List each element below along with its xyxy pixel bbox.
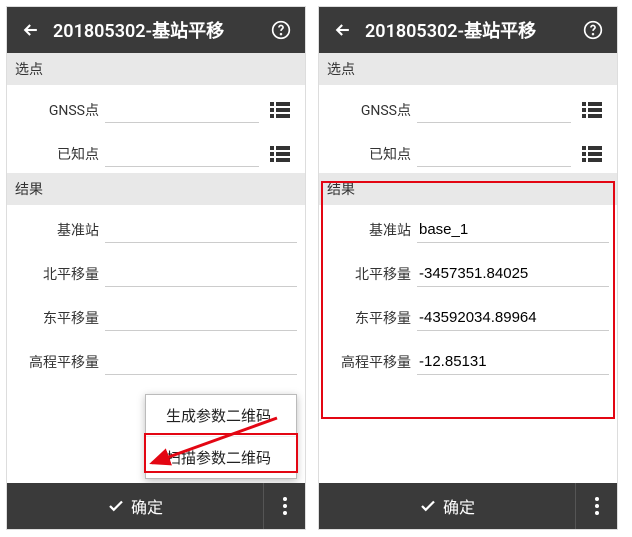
height-input[interactable] (105, 349, 297, 375)
base-input[interactable] (417, 217, 609, 243)
row-base: 基准站 (7, 205, 305, 249)
help-icon[interactable] (263, 12, 299, 48)
content-area: 选点 GNSS点 已知点 结果 基准站 北平移量 (319, 53, 617, 483)
footer-bar: 确定 (7, 483, 305, 529)
known-input[interactable] (417, 141, 571, 167)
section-result: 结果 (319, 173, 617, 205)
app-header: 201805302-基站平移 (7, 7, 305, 53)
north-input[interactable] (105, 261, 297, 287)
page-title: 201805302-基站平移 (361, 17, 575, 43)
base-label: 基准站 (327, 220, 417, 240)
east-label: 东平移量 (327, 308, 417, 328)
height-label: 高程平移量 (327, 352, 417, 372)
row-gnss: GNSS点 (319, 85, 617, 129)
known-label: 已知点 (15, 144, 105, 164)
row-gnss: GNSS点 (7, 85, 305, 129)
north-label: 北平移量 (327, 264, 417, 284)
section-result: 结果 (7, 173, 305, 205)
height-label: 高程平移量 (15, 352, 105, 372)
menu-generate-qr[interactable]: 生成参数二维码 (146, 395, 296, 436)
list-icon[interactable] (575, 139, 609, 169)
phone-left: 201805302-基站平移 选点 GNSS点 已知点 结果 (6, 6, 306, 530)
app-header: 201805302-基站平移 (319, 7, 617, 53)
list-icon[interactable] (263, 139, 297, 169)
row-east: 东平移量 (319, 293, 617, 337)
more-icon[interactable] (263, 483, 305, 529)
section-select-point: 选点 (7, 53, 305, 85)
gnss-input[interactable] (417, 97, 571, 123)
base-input[interactable] (105, 217, 297, 243)
east-label: 东平移量 (15, 308, 105, 328)
north-label: 北平移量 (15, 264, 105, 284)
confirm-label: 确定 (131, 494, 163, 518)
confirm-label: 确定 (443, 494, 475, 518)
row-north: 北平移量 (319, 249, 617, 293)
confirm-button[interactable]: 确定 (319, 494, 575, 518)
known-label: 已知点 (327, 144, 417, 164)
gnss-label: GNSS点 (15, 100, 105, 120)
page-title: 201805302-基站平移 (49, 17, 263, 43)
row-known: 已知点 (319, 129, 617, 173)
row-height: 高程平移量 (319, 337, 617, 381)
row-height: 高程平移量 (7, 337, 305, 381)
east-input[interactable] (417, 305, 609, 331)
section-select-point: 选点 (319, 53, 617, 85)
menu-scan-qr[interactable]: 扫描参数二维码 (146, 436, 296, 478)
row-known: 已知点 (7, 129, 305, 173)
row-base: 基准站 (319, 205, 617, 249)
list-icon[interactable] (575, 95, 609, 125)
east-input[interactable] (105, 305, 297, 331)
row-east: 东平移量 (7, 293, 305, 337)
footer-bar: 确定 (319, 483, 617, 529)
phone-right: 201805302-基站平移 选点 GNSS点 已知点 结果 (318, 6, 618, 530)
known-input[interactable] (105, 141, 259, 167)
gnss-label: GNSS点 (327, 100, 417, 120)
row-north: 北平移量 (7, 249, 305, 293)
qr-popup-menu: 生成参数二维码 扫描参数二维码 (145, 394, 297, 479)
gnss-input[interactable] (105, 97, 259, 123)
back-icon[interactable] (13, 12, 49, 48)
list-icon[interactable] (263, 95, 297, 125)
content-area: 选点 GNSS点 已知点 结果 基准站 北平移量 (7, 53, 305, 483)
help-icon[interactable] (575, 12, 611, 48)
north-input[interactable] (417, 261, 609, 287)
height-input[interactable] (417, 349, 609, 375)
base-label: 基准站 (15, 220, 105, 240)
more-icon[interactable] (575, 483, 617, 529)
back-icon[interactable] (325, 12, 361, 48)
confirm-button[interactable]: 确定 (7, 494, 263, 518)
